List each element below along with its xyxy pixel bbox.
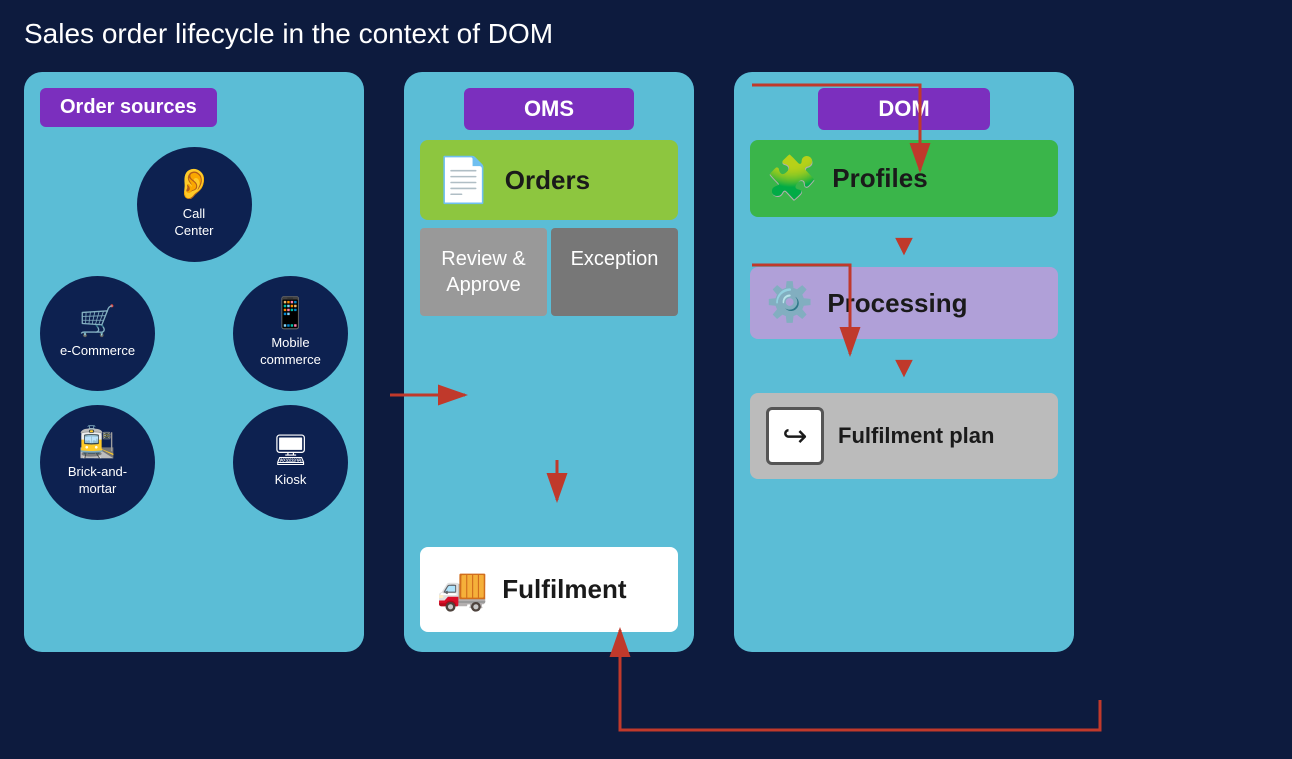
ear-icon: 👂 [175,170,212,200]
order-sources-label: Order sources [40,88,217,127]
circle-call-center: 👂 CallCenter [137,147,252,262]
kiosk-icon: 🖥 [271,436,309,466]
circle-kiosk: 🖥 Kiosk [233,405,348,520]
ecommerce-label: e-Commerce [60,343,135,360]
dom-fulfilment-row: ↪ Fulfilment plan [750,393,1058,479]
truck-icon: 🚚 [436,565,488,614]
cart-icon: 🛒 [79,307,116,337]
dom-fulfilment-label: Fulfilment plan [838,423,994,449]
dom-processing-label: Processing [827,288,967,319]
kiosk-label: Kiosk [275,472,307,489]
oms-review-cell: Review &Approve [420,228,547,316]
puzzle-icon: 🧩 [766,154,818,203]
document-icon: 📄 [436,154,491,206]
oms-orders-label: Orders [505,165,590,196]
order-sources-box: Order sources 👂 CallCenter 🛒 e-Commerce … [24,72,364,652]
gears-icon: ⚙️ [766,281,813,325]
arrow-down-profiles: ▼ [889,229,919,263]
oms-fulfilment-row: 🚚 Fulfilment [420,547,678,632]
oms-orders-row: 📄 Orders [420,140,678,220]
dom-label: DOM [818,88,989,130]
brick-label: Brick-and-mortar [68,464,127,498]
oms-exception-cell: Exception [551,228,678,316]
call-center-label: CallCenter [174,206,213,240]
train-icon: 🚉 [79,428,116,458]
share-icon: ↪ [766,407,824,465]
dom-profiles-row: 🧩 Profiles [750,140,1058,217]
mobile-icon: 📱 [272,299,309,329]
dom-box: DOM 🧩 Profiles ▼ ⚙️ Processing ▼ ↪ Fulfi… [734,72,1074,652]
oms-fulfilment-label: Fulfilment [502,574,626,605]
dom-profiles-label: Profiles [832,163,927,194]
oms-review-exception-row: Review &Approve Exception [420,228,678,316]
oms-label: OMS [464,88,634,130]
arrow-down-processing: ▼ [889,351,919,385]
oms-box: OMS 📄 Orders Review &Approve Exception 🚚… [404,72,694,652]
circle-mobile: 📱 Mobilecommerce [233,276,348,391]
page-title: Sales order lifecycle in the context of … [0,0,1292,62]
dom-processing-row: ⚙️ Processing [750,267,1058,339]
circle-brick: 🚉 Brick-and-mortar [40,405,155,520]
mobile-label: Mobilecommerce [260,335,321,369]
circle-ecommerce: 🛒 e-Commerce [40,276,155,391]
